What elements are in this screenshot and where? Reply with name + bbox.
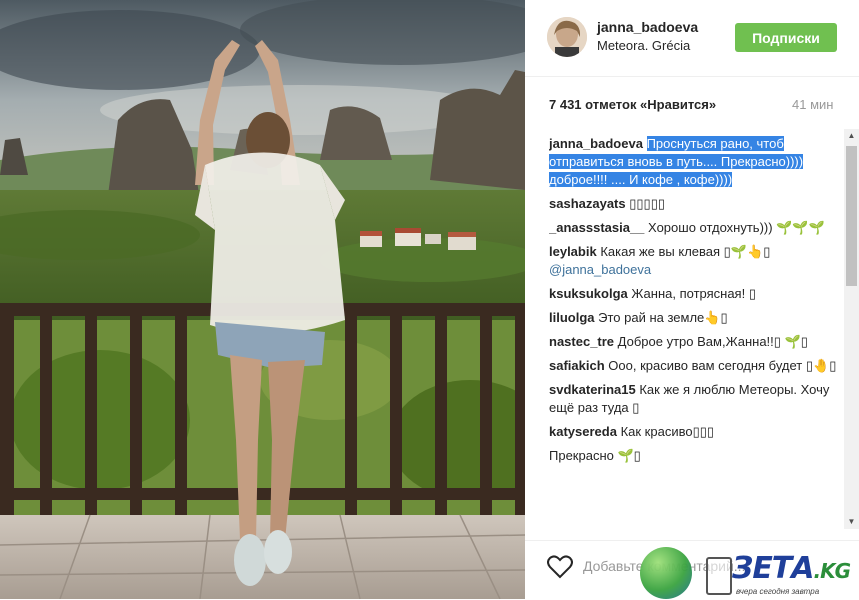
comment-item: _anassstasia__ Хорошо отдохнуть))) 🌱🌱🌱 [549,219,839,237]
comment-item: Прекрасно 🌱▯ [549,447,839,465]
watermark-brand-name: ЗЕТА [732,551,814,586]
comment-item: sashazayats ▯▯▯▯▯ [549,195,839,213]
comment-text: Как красиво▯▯▯ [620,424,715,439]
comments-list: janna_badoeva Проснуться рано, чтоб отпр… [549,135,839,530]
avatar[interactable] [547,17,587,57]
post-photo [0,0,525,599]
comment-item: ksuksukolga Жанна, потрясная! ▯ [549,285,839,303]
comment-author[interactable]: svdkaterina15 [549,382,636,397]
comment-item: liluolga Это рай на земле👆▯ [549,309,839,327]
post-side-panel: janna_badoeva Meteora. Grécia Подписки 7… [525,0,859,599]
comment-item: svdkaterina15 Как же я люблю Метеоры. Хо… [549,381,839,417]
watermark-tld: .KG [813,559,852,583]
comment-author[interactable]: katysereda [549,424,617,439]
follow-button[interactable]: Подписки [735,23,837,52]
arrow-down-icon[interactable]: ▼ [844,515,859,529]
comment-author[interactable]: sashazayats [549,196,626,211]
comment-author[interactable]: ksuksukolga [549,286,628,301]
watermark-slogan: вчера сегодня завтра [736,587,820,596]
watermark-logo: ЗЕТА.KG вчера сегодня завтра [640,543,859,599]
comment-text: ▯▯▯▯▯ [629,196,666,211]
comment-item: safiakich Ооо, красиво вам сегодня будет… [549,357,839,375]
comment-item: nastec_tre Доброе утро Вам,Жанна!!▯ 🌱▯ [549,333,839,351]
comment-item: leylabik Какая же вы клевая ▯🌱👆▯ @janna_… [549,243,839,279]
comment-text: Доброе утро Вам,Жанна!!▯ 🌱▯ [617,334,808,349]
comment-author[interactable]: liluolga [549,310,595,325]
comment-author[interactable]: nastec_tre [549,334,614,349]
location-link[interactable]: Meteora. Grécia [597,38,690,53]
comment-text: Это рай на земле👆▯ [598,310,728,325]
post-header: janna_badoeva Meteora. Grécia Подписки [525,0,859,77]
scrollbar-thumb[interactable] [846,146,857,286]
post-time: 41 мин [792,97,834,112]
comment-author[interactable]: _anassstasia__ [549,220,644,235]
comment-text: Ооо, красиво вам сегодня будет ▯🤚▯ [608,358,837,373]
comment-author[interactable]: janna_badoeva [549,136,643,151]
caption: janna_badoeva Проснуться рано, чтоб отпр… [549,135,839,189]
comment-mention[interactable]: @janna_badoeva [549,262,651,277]
comment-text: Прекрасно 🌱▯ [549,448,641,463]
arrow-up-icon[interactable]: ▲ [844,129,859,143]
comment-text: Хорошо отдохнуть))) 🌱🌱🌱 [648,220,825,235]
comment-author[interactable]: safiakich [549,358,605,373]
comments-scrollbar[interactable]: ▲ ▼ [844,129,859,529]
hourglass-icon [706,557,732,595]
comment-text: Жанна, потрясная! ▯ [631,286,756,301]
comment-author[interactable]: leylabik [549,244,597,259]
likes-count[interactable]: 7 431 отметок «Нравится» [549,97,716,112]
globe-icon [640,547,692,599]
watermark-brand: ЗЕТА.KG [732,551,852,586]
comment-text: Какая же вы клевая ▯🌱👆▯ [600,244,771,259]
username-link[interactable]: janna_badoeva [597,19,698,35]
heart-icon[interactable] [547,555,573,579]
comment-item: katysereda Как красиво▯▯▯ [549,423,839,441]
